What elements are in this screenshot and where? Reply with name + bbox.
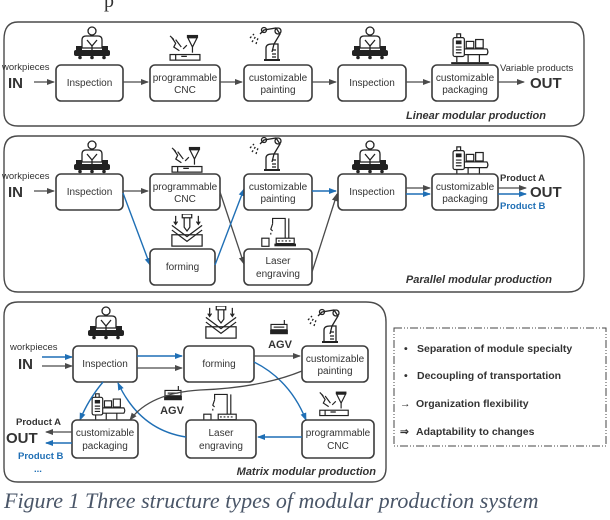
module-customizable-packaging[interactable] (71, 419, 139, 459)
out-label: OUT (530, 75, 562, 92)
module-label: packaging (442, 85, 488, 96)
robot-arm-spray-icon (249, 26, 282, 62)
module-label: CNC (174, 85, 196, 96)
packaging-machine-icon (450, 33, 490, 64)
module-label: Inspection (349, 187, 395, 198)
in-label: IN (8, 184, 23, 201)
module-label: Inspection (82, 359, 128, 370)
module-label: customizable (249, 182, 308, 193)
product-a-label: Product A (500, 173, 545, 184)
out-label: OUT (6, 430, 38, 447)
press-brake-icon (205, 306, 237, 339)
module-label: customizable (76, 428, 135, 439)
inspector-icon (73, 26, 111, 60)
cnc-icon (319, 390, 349, 417)
inspector-icon (87, 306, 125, 340)
modular-production-diagram: workpieces IN Inspection programmable CN… (1, 21, 607, 483)
module-label: programmable (153, 182, 218, 193)
inspector-icon (351, 26, 389, 60)
module-laser-engraving[interactable] (185, 419, 257, 459)
module-label: customizable (249, 73, 308, 84)
agv-icon (269, 320, 289, 335)
module-label: customizable (306, 354, 365, 365)
panel-title: Matrix modular production (237, 466, 377, 478)
module-label: customizable (436, 73, 495, 84)
cnc-icon (171, 146, 203, 173)
module-label: programmable (306, 428, 371, 439)
inspector-icon (73, 140, 111, 174)
packaging-machine-icon (450, 146, 490, 177)
module-label: CNC (174, 194, 196, 205)
robot-arm-spray-icon (249, 136, 282, 172)
module-label: engraving (199, 441, 243, 452)
product-b-label: Product B (500, 201, 546, 212)
panel-title: Parallel modular production (406, 274, 552, 286)
legend-item: Adaptability to changes (416, 426, 535, 438)
module-label: Laser (208, 428, 234, 439)
module-label: forming (202, 359, 235, 370)
input-label: workpieces (1, 62, 50, 73)
product-a-label: Product A (16, 417, 61, 428)
module-label: engraving (256, 269, 300, 280)
module-label: packaging (82, 441, 128, 452)
module-label: forming (166, 262, 199, 273)
packaging-machine-icon (90, 393, 126, 422)
product-b-label: Product B (18, 451, 64, 462)
press-brake-icon (171, 214, 203, 247)
legend-item: Separation of module specialty (417, 343, 572, 355)
module-label: painting (260, 85, 295, 96)
legend-marker: ⇒ (400, 426, 409, 438)
linear-panel: workpieces IN Inspection programmable CN… (1, 21, 585, 127)
module-label: painting (317, 366, 352, 377)
robot-arm-spray-icon (307, 308, 340, 344)
legend-item: Organization flexibility (416, 398, 529, 410)
legend-marker: • (404, 343, 408, 355)
panel-title: Linear modular production (406, 110, 546, 122)
module-label: packaging (442, 194, 488, 205)
input-label: workpieces (9, 342, 58, 353)
module-label: painting (260, 194, 295, 205)
legend-item: Decoupling of transportation (417, 370, 561, 382)
module-label: customizable (436, 182, 495, 193)
legend-marker: → (400, 398, 411, 410)
inspector-icon (351, 140, 389, 174)
module-label: Inspection (67, 187, 113, 198)
parallel-panel: workpieces IN Inspection programmable CN… (1, 135, 585, 293)
matrix-panel: AGV AGV workpieces IN Inspection forming… (3, 301, 387, 483)
ellipsis-label: ... (34, 464, 42, 475)
figure-caption: Figure 1 Three structure types of modula… (4, 488, 539, 513)
in-label: IN (8, 75, 23, 92)
laser-robot-icon (203, 393, 238, 423)
module-label: Inspection (349, 78, 395, 89)
legend-box: • Separation of module specialty • Decou… (393, 327, 607, 447)
agv-label: AGV (268, 339, 293, 351)
laser-robot-icon (261, 217, 296, 247)
module-label: programmable (153, 73, 218, 84)
module-label: CNC (327, 441, 349, 452)
agv-label: AGV (160, 405, 185, 417)
module-label: Laser (265, 256, 291, 267)
input-label: workpieces (1, 171, 50, 182)
legend-marker: • (404, 370, 408, 382)
in-label: IN (18, 356, 33, 373)
out-label: OUT (530, 184, 562, 201)
module-programmable-cnc[interactable] (301, 419, 375, 459)
cnc-icon (169, 34, 201, 61)
module-label: Inspection (67, 78, 113, 89)
output-label: Variable products (500, 63, 573, 74)
